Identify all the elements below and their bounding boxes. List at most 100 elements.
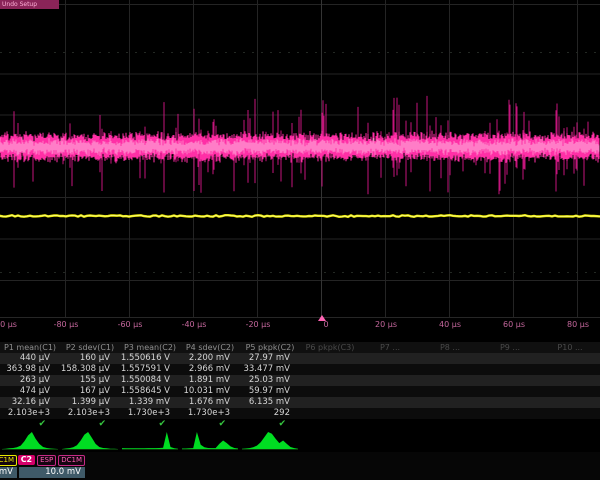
measure-cell xyxy=(540,397,600,408)
measure-cell: 27.97 mV xyxy=(240,353,300,364)
measure-cell: 160 µV xyxy=(60,353,120,364)
param-header[interactable]: P9 ... xyxy=(480,342,540,353)
measure-row-min: 263 µV155 µV1.550084 V1.891 mV25.03 mV xyxy=(0,375,600,386)
measure-cell: 33.477 mV xyxy=(240,364,300,375)
measure-cell xyxy=(480,408,540,419)
time-axis: -100 µs-80 µs-60 µs-40 µs-20 µs020 µs40 … xyxy=(0,317,600,333)
c2-label: C2 xyxy=(18,455,35,465)
histicon-row xyxy=(0,429,600,451)
measure-cell: 1.891 mV xyxy=(180,375,240,386)
measure-cell: 440 µV xyxy=(0,353,60,364)
measure-cell: 1.676 mV xyxy=(180,397,240,408)
param-header[interactable]: P1 mean(C1) xyxy=(0,342,60,353)
measure-cell: 363.98 µV xyxy=(0,364,60,375)
measure-cell: 158.308 µV xyxy=(60,364,120,375)
measure-cell xyxy=(480,375,540,386)
measure-cell xyxy=(420,397,480,408)
measure-cell: 2.966 mV xyxy=(180,364,240,375)
axis-tick-label: 80 µs xyxy=(567,320,589,329)
histicon-P1[interactable] xyxy=(2,430,58,450)
measure-cell xyxy=(360,408,420,419)
undo-setup-badge[interactable]: Undo Setup xyxy=(0,0,59,9)
channel-c2-descriptor[interactable]: C2 ESP DC1M 10.0 mV xyxy=(19,454,85,478)
status-check-icon: ✔ xyxy=(120,419,180,429)
c1-vdiv-value: 10.0 mV xyxy=(0,467,17,478)
measure-cell xyxy=(360,397,420,408)
param-header[interactable]: P6 pkpk(C3) xyxy=(300,342,360,353)
measure-cell xyxy=(540,375,600,386)
oscilloscope-screen: Undo Setup -100 µs-80 µs-60 µs-40 µs-20 … xyxy=(0,0,600,480)
measure-row-sdev: 32.16 µV1.399 µV1.339 mV1.676 mV6.135 mV xyxy=(0,397,600,408)
measure-cell xyxy=(540,353,600,364)
histicon-P3[interactable] xyxy=(122,430,178,450)
measure-cell xyxy=(480,364,540,375)
c2-coupling-badge: DC1M xyxy=(58,455,85,466)
status-check-icon xyxy=(480,419,540,429)
measure-cell xyxy=(420,353,480,364)
c2-esp-badge: ESP xyxy=(37,455,56,466)
measure-cell: 1.557591 V xyxy=(120,364,180,375)
axis-tick-label: -60 µs xyxy=(118,320,143,329)
status-check-icon xyxy=(540,419,600,429)
measure-cell: 32.16 µV xyxy=(0,397,60,408)
measure-cell xyxy=(420,375,480,386)
measure-cell xyxy=(480,353,540,364)
measure-cell: 474 µV xyxy=(0,386,60,397)
measure-cell: 2.103e+3 xyxy=(60,408,120,419)
measure-cell xyxy=(420,386,480,397)
measure-cell xyxy=(300,375,360,386)
param-header[interactable]: P10 ... xyxy=(540,342,600,353)
measure-row-mean: 363.98 µV158.308 µV1.557591 V2.966 mV33.… xyxy=(0,364,600,375)
histicon-P2[interactable] xyxy=(62,430,118,450)
axis-tick-label: 60 µs xyxy=(503,320,525,329)
measure-cell: 1.339 mV xyxy=(120,397,180,408)
status-check-icon xyxy=(300,419,360,429)
measure-cell xyxy=(420,364,480,375)
axis-tick-label: -20 µs xyxy=(246,320,271,329)
measure-cell: 10.031 mV xyxy=(180,386,240,397)
measure-cell: 1.550616 V xyxy=(120,353,180,364)
param-header[interactable]: P5 pkpk(C2) xyxy=(240,342,300,353)
param-header[interactable]: P3 mean(C2) xyxy=(120,342,180,353)
axis-tick-label: -100 µs xyxy=(0,320,17,329)
axis-tick-label: 0 xyxy=(323,320,328,329)
status-check-icon: ✔ xyxy=(60,419,120,429)
histicon-P4[interactable] xyxy=(182,430,238,450)
c2-vdiv-value: 10.0 mV xyxy=(19,467,85,478)
histicon-P5[interactable] xyxy=(242,430,298,450)
param-header[interactable]: P8 ... xyxy=(420,342,480,353)
param-header[interactable]: P2 sdev(C1) xyxy=(60,342,120,353)
measure-row-value: 440 µV160 µV1.550616 V2.200 mV27.97 mV xyxy=(0,353,600,364)
status-check-icon: ✔ xyxy=(0,419,60,429)
c1-coupling-badge: DC1M xyxy=(0,455,17,466)
measure-cell: 6.135 mV xyxy=(240,397,300,408)
channel-c1-descriptor[interactable]: C1 DC1M 10.0 mV xyxy=(0,454,17,478)
axis-tick-label: 20 µs xyxy=(375,320,397,329)
measure-cell: 263 µV xyxy=(0,375,60,386)
measure-cell xyxy=(360,353,420,364)
measure-cell: 59.97 mV xyxy=(240,386,300,397)
measure-row-max: 474 µV167 µV1.558645 V10.031 mV59.97 mV xyxy=(0,386,600,397)
waveform-traces xyxy=(0,0,600,330)
measure-cell xyxy=(300,386,360,397)
measure-cell: 1.730e+3 xyxy=(180,408,240,419)
measure-cell xyxy=(480,386,540,397)
measure-cell xyxy=(300,364,360,375)
measure-cell xyxy=(300,408,360,419)
measure-cell: 25.03 mV xyxy=(240,375,300,386)
param-header[interactable]: P4 sdev(C2) xyxy=(180,342,240,353)
measure-cell: 2.103e+3 xyxy=(0,408,60,419)
axis-tick-label: -80 µs xyxy=(54,320,79,329)
measure-cell xyxy=(540,364,600,375)
param-header[interactable]: P7 ... xyxy=(360,342,420,353)
measure-cell xyxy=(360,364,420,375)
measure-cell xyxy=(480,397,540,408)
measure-cell xyxy=(360,375,420,386)
bottom-bar: C1 DC1M 10.0 mV C2 ESP DC1M 10.0 mV + HD… xyxy=(0,452,600,480)
status-check-icon: ✔ xyxy=(180,419,240,429)
measure-cell xyxy=(420,408,480,419)
trigger-position-icon[interactable] xyxy=(318,315,326,321)
status-check-icon xyxy=(360,419,420,429)
measure-cell xyxy=(300,397,360,408)
measure-cell xyxy=(360,386,420,397)
